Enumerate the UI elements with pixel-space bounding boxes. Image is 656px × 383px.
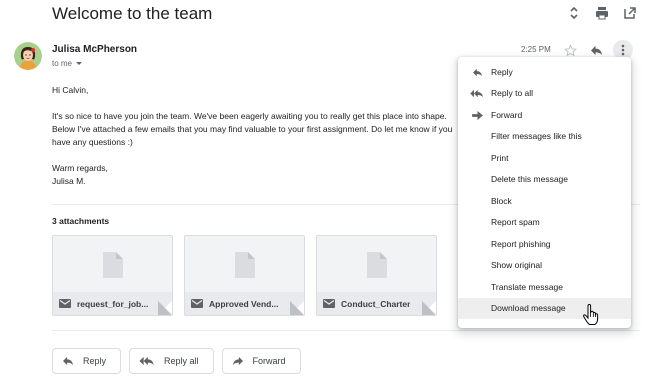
email-icon bbox=[323, 299, 335, 308]
reply-bar: Reply Reply all Forward bbox=[52, 348, 301, 374]
attachment-footer: Conduct_Charter bbox=[317, 292, 436, 315]
attachment-footer: Approved Vend... bbox=[185, 292, 304, 315]
avatar[interactable] bbox=[14, 42, 42, 70]
forward-button-label: Forward bbox=[252, 356, 286, 366]
thread-actions bbox=[566, 4, 638, 22]
document-icon bbox=[366, 252, 387, 278]
reply-button[interactable]: Reply bbox=[52, 348, 122, 374]
reply-icon bbox=[63, 356, 73, 366]
attachment-card[interactable]: Conduct_Charter bbox=[316, 235, 437, 316]
menu-item-label: Report spam bbox=[491, 217, 540, 228]
menu-item-report-phishing[interactable]: Report phishing bbox=[458, 233, 631, 255]
menu-item-reply[interactable]: Reply bbox=[458, 61, 631, 83]
menu-item-label: Forward bbox=[491, 109, 523, 120]
forward-icon bbox=[232, 356, 243, 366]
forward-icon bbox=[470, 108, 484, 122]
menu-item-label: Download message bbox=[491, 303, 566, 314]
menu-item-report-spam[interactable]: Report spam bbox=[458, 212, 631, 234]
attachment-footer: request_for_job... bbox=[53, 292, 172, 315]
menu-item-forward[interactable]: Forward bbox=[458, 104, 631, 126]
divider bbox=[52, 330, 640, 331]
attachment-preview bbox=[317, 236, 436, 294]
page-fold bbox=[158, 301, 172, 315]
menu-item-download[interactable]: Download message bbox=[458, 297, 631, 319]
recipient-label: to me bbox=[52, 59, 73, 68]
menu-item-block[interactable]: Block bbox=[458, 190, 631, 212]
attachment-preview bbox=[185, 236, 304, 294]
attachment-name: Conduct_Charter bbox=[341, 298, 411, 309]
menu-item-print[interactable]: Print bbox=[458, 147, 631, 169]
menu-item-reply-to-all[interactable]: Reply to all bbox=[458, 83, 631, 105]
menu-item-label: Reply bbox=[491, 66, 513, 77]
recipient-details[interactable]: to me bbox=[52, 59, 83, 68]
attachments-title: 3 attachments bbox=[52, 216, 110, 226]
message-time: 2:25 PM bbox=[521, 45, 551, 54]
attachment-name: Approved Vend... bbox=[209, 298, 279, 309]
page-fold bbox=[422, 301, 436, 315]
menu-item-delete[interactable]: Delete this message bbox=[458, 169, 631, 191]
attachment-card[interactable]: Approved Vend... bbox=[184, 235, 305, 316]
greeting: Hi Calvin, bbox=[52, 85, 89, 95]
reply-all-icon bbox=[139, 356, 154, 366]
forward-button[interactable]: Forward bbox=[221, 348, 301, 374]
menu-item-translate[interactable]: Translate message bbox=[458, 276, 631, 298]
menu-item-label: Block bbox=[491, 195, 512, 206]
document-icon bbox=[234, 252, 255, 278]
menu-item-label: Delete this message bbox=[491, 174, 569, 185]
reply-icon bbox=[470, 65, 484, 79]
expand-collapse-icon[interactable] bbox=[566, 4, 582, 22]
reply-button-label: Reply bbox=[83, 356, 107, 366]
more-options-menu: Reply Reply to all Forward Filter messag… bbox=[458, 57, 631, 328]
menu-item-label: Filter messages like this bbox=[491, 131, 582, 142]
menu-item-show-original[interactable]: Show original bbox=[458, 255, 631, 277]
menu-item-label: Reply to all bbox=[491, 88, 534, 99]
body-paragraph: It's so nice to have you join the team. … bbox=[52, 111, 453, 147]
open-in-new-window-icon[interactable] bbox=[622, 4, 638, 22]
message-body: Hi Calvin, It's so nice to have you join… bbox=[52, 84, 472, 188]
reply-all-button-label: Reply all bbox=[164, 356, 199, 366]
menu-item-label: Print bbox=[491, 152, 509, 163]
document-icon bbox=[102, 252, 123, 278]
caret-down-icon[interactable] bbox=[76, 62, 83, 65]
signature: Julisa M. bbox=[52, 176, 86, 186]
email-icon bbox=[59, 299, 71, 308]
attachment-preview bbox=[53, 236, 172, 294]
menu-item-label: Report phishing bbox=[491, 238, 551, 249]
reply-all-button[interactable]: Reply all bbox=[129, 348, 214, 374]
attachment-card[interactable]: request_for_job... bbox=[52, 235, 173, 316]
sender-name[interactable]: Julisa McPherson bbox=[52, 44, 137, 55]
email-icon bbox=[191, 299, 203, 308]
hand-cursor-icon bbox=[582, 303, 600, 326]
email-subject: Welcome to the team bbox=[52, 4, 213, 23]
menu-item-label: Translate message bbox=[491, 281, 563, 292]
menu-item-label: Show original bbox=[491, 260, 543, 271]
reply-all-icon bbox=[470, 87, 484, 101]
menu-item-filter-messages[interactable]: Filter messages like this bbox=[458, 126, 631, 148]
page-fold bbox=[290, 301, 304, 315]
signoff: Warm regards, bbox=[52, 163, 108, 173]
attachment-name: request_for_job... bbox=[77, 298, 149, 309]
print-icon[interactable] bbox=[594, 4, 610, 22]
